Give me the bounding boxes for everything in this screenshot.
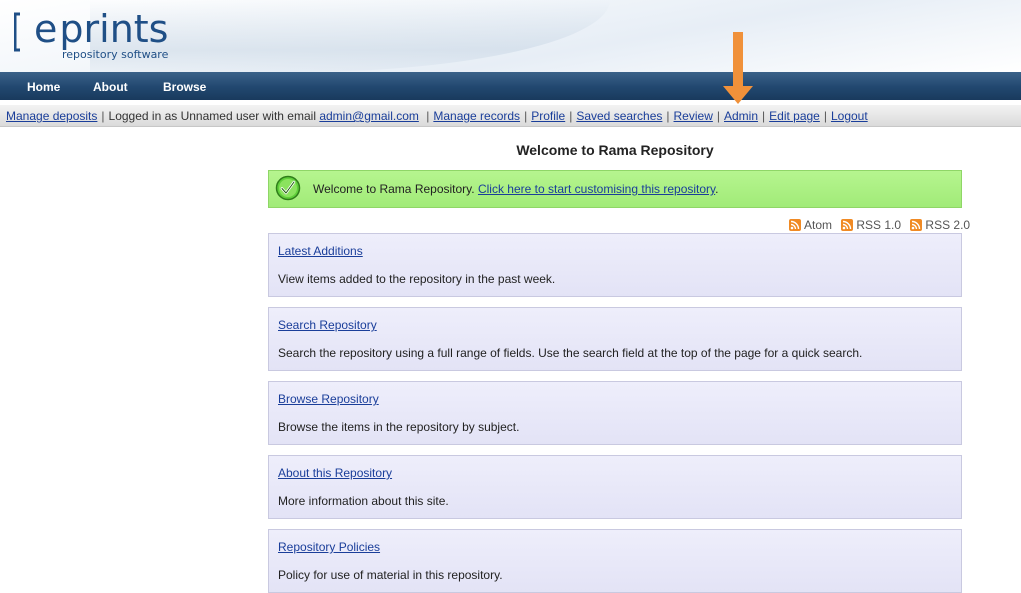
feed-links: Atom RSS 1.0 RSS 2.0 xyxy=(783,218,970,232)
box-about-repository: About this Repository More information a… xyxy=(268,455,962,519)
edit-page-link[interactable]: Edit page xyxy=(769,109,820,123)
rss-icon xyxy=(841,219,854,231)
nav-browse[interactable]: Browse xyxy=(163,80,206,94)
logged-in-text: Logged in as Unnamed user with email xyxy=(108,109,316,123)
rss1-feed-link[interactable]: RSS 1.0 xyxy=(841,218,904,232)
welcome-message: Welcome to Rama Repository. Click here t… xyxy=(268,170,962,208)
saved-searches-link[interactable]: Saved searches xyxy=(576,109,662,123)
customise-link[interactable]: Click here to start customising this rep… xyxy=(478,182,715,196)
message-end: . xyxy=(715,182,719,196)
search-repository-link[interactable]: Search Repository xyxy=(278,318,377,332)
nav-about[interactable]: About xyxy=(93,80,128,94)
profile-link[interactable]: Profile xyxy=(531,109,565,123)
feed-label-rss1: RSS 1.0 xyxy=(856,218,902,232)
user-toolbar: Manage deposits | Logged in as Unnamed use… xyxy=(0,105,1021,127)
message-text: Welcome to Rama Repository. xyxy=(313,182,475,196)
header: eprints repository software xyxy=(0,0,1021,72)
browse-repository-link[interactable]: Browse Repository xyxy=(278,392,379,406)
box-search-repository: Search Repository Search the repository … xyxy=(268,307,962,371)
latest-additions-desc: View items added to the repository in th… xyxy=(278,272,556,286)
nav-home[interactable]: Home xyxy=(27,80,60,94)
check-circle-icon xyxy=(275,175,301,201)
about-repository-desc: More information about this site. xyxy=(278,494,449,508)
latest-additions-link[interactable]: Latest Additions xyxy=(278,244,363,258)
rss-icon xyxy=(910,219,923,231)
browse-repository-desc: Browse the items in the repository by su… xyxy=(278,420,520,434)
atom-feed-link[interactable]: Atom xyxy=(789,218,835,232)
feed-label-atom: Atom xyxy=(804,218,833,232)
logo-word-rest: prints xyxy=(59,7,169,51)
email-link[interactable]: admin@gmail.com xyxy=(319,109,419,123)
logout-link[interactable]: Logout xyxy=(831,109,868,123)
box-browse-repository: Browse Repository Browse the items in th… xyxy=(268,381,962,445)
main-nav: Home About Browse xyxy=(0,72,1021,100)
repository-policies-desc: Policy for use of material in this repos… xyxy=(278,568,503,582)
page-title: Welcome to Rama Repository xyxy=(516,142,714,158)
admin-link[interactable]: Admin xyxy=(724,109,758,123)
review-link[interactable]: Review xyxy=(674,109,713,123)
rss2-feed-link[interactable]: RSS 2.0 xyxy=(910,218,970,232)
rss-icon xyxy=(789,219,801,231)
orange-arrow-annotation xyxy=(723,32,753,104)
manage-records-link[interactable]: Manage records xyxy=(433,109,520,123)
logo-tagline: repository software xyxy=(62,48,169,61)
search-repository-desc: Search the repository using a full range… xyxy=(278,346,863,360)
manage-deposits-link[interactable]: Manage deposits xyxy=(6,109,97,123)
box-latest-additions: Latest Additions View items added to the… xyxy=(268,233,962,297)
box-repository-policies: Repository Policies Policy for use of ma… xyxy=(268,529,962,593)
about-repository-link[interactable]: About this Repository xyxy=(278,466,392,480)
feed-label-rss2: RSS 2.0 xyxy=(925,218,971,232)
logo-letter-e: e xyxy=(34,7,58,51)
eprints-logo[interactable]: eprints repository software xyxy=(14,7,174,66)
repository-policies-link[interactable]: Repository Policies xyxy=(278,540,380,554)
